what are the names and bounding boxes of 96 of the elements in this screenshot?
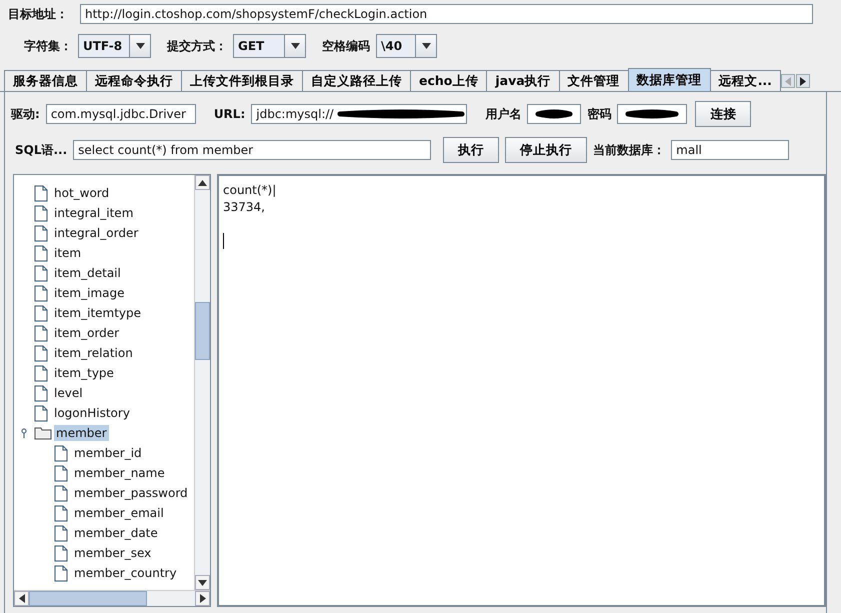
option-dropdown[interactable]: UTF-8 [78, 34, 151, 58]
caret-down-icon [290, 43, 300, 49]
tab[interactable]: 服务器信息 [4, 70, 87, 91]
text-cursor [223, 233, 224, 249]
database-field[interactable]: mall [671, 140, 790, 160]
tree-item[interactable]: member_sex [72, 545, 154, 561]
file-icon [34, 224, 48, 242]
scroll-left-button[interactable] [14, 591, 29, 606]
target-label: 目标地址： [8, 6, 68, 22]
scroll-thumb[interactable] [195, 302, 210, 360]
horizontal-scrollbar[interactable] [14, 590, 210, 606]
username-label: 用户名 [485, 106, 522, 122]
scroll-up-button[interactable] [195, 175, 210, 190]
arrow-left-icon [784, 76, 791, 86]
file-icon [54, 464, 68, 482]
tree-item[interactable]: integral_item [52, 205, 136, 221]
expander-icon[interactable] [20, 428, 28, 438]
tab[interactable]: 远程文... [710, 70, 781, 91]
tree-item[interactable]: member_name [72, 465, 167, 481]
url-label: URL: [214, 107, 246, 121]
arrow-left-icon [18, 594, 24, 603]
database-label: 当前数据库： [593, 142, 666, 158]
result-area[interactable]: count(*)| 33734, [217, 174, 826, 607]
folder-icon [34, 426, 52, 440]
url-value: jdbc:mysql:// [256, 107, 334, 121]
tree-item[interactable]: member_id [72, 445, 144, 461]
file-icon [54, 544, 68, 562]
tree-item[interactable]: member_country [72, 565, 179, 581]
scroll-thumb[interactable] [29, 591, 147, 606]
caret-down-icon [198, 580, 207, 586]
driver-label: 驱动: [11, 106, 40, 122]
tree-item[interactable]: logonHistory [52, 405, 132, 421]
file-icon [34, 284, 48, 302]
file-icon [34, 324, 48, 342]
file-icon [34, 244, 48, 262]
file-icon [34, 364, 48, 382]
password-field[interactable] [617, 104, 688, 124]
file-icon [54, 504, 68, 522]
tree-item[interactable]: item_relation [52, 345, 135, 361]
file-icon [34, 404, 48, 422]
file-icon [54, 564, 68, 582]
target-url-field[interactable]: http://login.ctoshop.com/shopsystemF/checkLogin.action [80, 4, 813, 24]
file-icon [34, 344, 48, 362]
tree-item[interactable]: member_password [72, 485, 190, 501]
file-icon [34, 304, 48, 322]
redaction-mark [534, 108, 574, 120]
password-label: 密码 [587, 106, 612, 122]
redaction-mark [624, 108, 680, 120]
driver-field[interactable]: com.mysql.jdbc.Driver [46, 104, 196, 124]
dropdown-button[interactable] [416, 35, 436, 57]
file-icon [54, 484, 68, 502]
tab[interactable]: java执行 [486, 70, 560, 91]
tree-item[interactable]: item_image [52, 285, 126, 301]
file-icon [34, 384, 48, 402]
result-line: count(*)| [223, 182, 278, 199]
file-icon [54, 444, 68, 462]
dropdown-button[interactable] [285, 35, 305, 57]
caret-down-icon [422, 43, 430, 49]
option-label: 空格编码 [322, 38, 370, 54]
tree-item[interactable]: member_date [72, 525, 160, 541]
sql-field[interactable]: select count(*) from member [73, 140, 432, 160]
file-icon [54, 524, 68, 542]
arrow-right-icon [800, 76, 806, 86]
dropdown-button[interactable] [130, 35, 150, 57]
caret-down-icon [136, 43, 144, 49]
stop-button[interactable]: 停止执行 [505, 137, 588, 163]
option-label: 提交方式： [167, 38, 227, 54]
tree-item[interactable]: hot_word [52, 185, 112, 201]
result-line: 33734, [223, 199, 266, 216]
scroll-right-button[interactable] [796, 74, 810, 88]
tree-item[interactable]: integral_order [52, 225, 140, 241]
tree-item[interactable]: member [54, 425, 109, 441]
run-button[interactable]: 执行 [443, 137, 500, 163]
scroll-down-button[interactable] [195, 575, 210, 590]
tree-item[interactable]: member_email [72, 505, 166, 521]
vertical-scrollbar[interactable] [194, 175, 210, 590]
tree-item[interactable]: item_detail [52, 265, 123, 281]
username-field[interactable] [527, 104, 582, 124]
option-dropdown[interactable]: GET [233, 34, 306, 58]
tree-item[interactable]: level [52, 385, 85, 401]
option-label: 字符集： [24, 38, 72, 54]
file-icon [34, 264, 48, 282]
tree-item[interactable]: item_itemtype [52, 305, 144, 321]
option-dropdown[interactable]: \40 [376, 34, 437, 58]
file-icon [34, 184, 48, 202]
sql-label: SQL语... [15, 142, 68, 158]
tree-item[interactable]: item_type [52, 365, 116, 381]
tab[interactable]: 数据库管理 [628, 68, 711, 91]
caret-up-icon [198, 180, 207, 186]
tree-item[interactable]: item [52, 245, 84, 261]
scroll-right-button[interactable] [195, 591, 210, 606]
tree-item[interactable]: item_order [52, 325, 122, 341]
arrow-right-icon [200, 594, 206, 603]
file-icon [34, 204, 48, 222]
url-field[interactable]: jdbc:mysql:// [251, 104, 468, 124]
connect-button[interactable]: 连接 [695, 101, 752, 127]
